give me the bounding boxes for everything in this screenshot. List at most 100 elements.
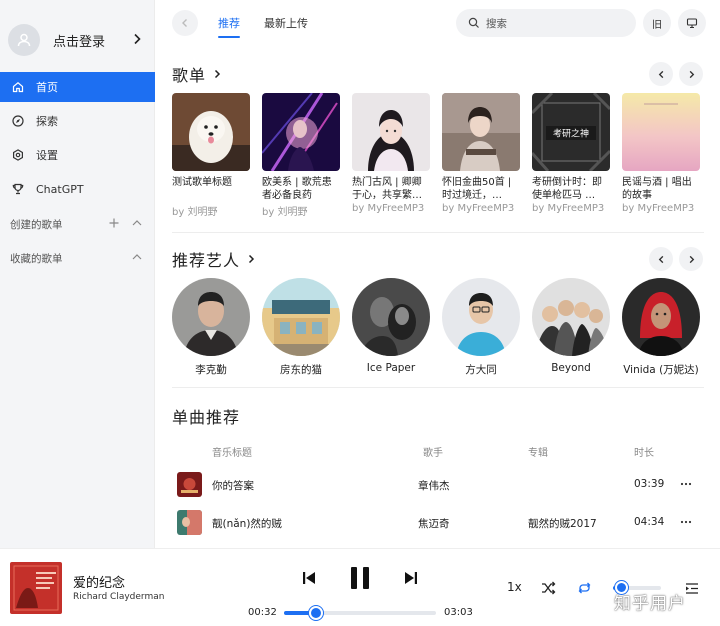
artist-card[interactable]: 房东的猫 bbox=[262, 278, 340, 377]
player-bar: 爱的纪念 Richard Clayderman 00:32 03:03 1x bbox=[0, 548, 720, 626]
repeat-button[interactable] bbox=[576, 580, 592, 596]
playlist-author: by MyFreeMP3 bbox=[442, 203, 515, 214]
song-cover bbox=[177, 472, 202, 497]
tab-latest-upload[interactable]: 最新上传 bbox=[264, 15, 308, 31]
artist-name: Beyond bbox=[551, 362, 591, 374]
now-playing-title[interactable]: 爱的纪念 bbox=[73, 572, 125, 591]
chevron-right-icon bbox=[689, 70, 694, 78]
shuffle-button[interactable] bbox=[540, 580, 556, 596]
chevron-up-icon[interactable] bbox=[131, 217, 143, 229]
playlist-cover bbox=[442, 93, 520, 171]
playback-speed-button[interactable]: 1x bbox=[507, 580, 522, 594]
playlist-author: by MyFreeMP3 bbox=[622, 203, 695, 214]
more-icon[interactable] bbox=[680, 478, 692, 490]
progress-handle[interactable] bbox=[308, 606, 323, 620]
playlist-title: 民谣与酒 | 唱出的故事 bbox=[622, 177, 692, 201]
plus-icon[interactable] bbox=[108, 217, 120, 229]
song-artist[interactable]: 章伟杰 bbox=[418, 478, 450, 493]
pause-button[interactable] bbox=[346, 565, 374, 591]
next-button[interactable] bbox=[400, 569, 422, 587]
section-label: 收藏的歌单 bbox=[10, 252, 63, 265]
sidebar-item-chatgpt[interactable]: ChatGPT bbox=[0, 174, 155, 204]
artist-carousel: 李克勤 房东的猫 Ice Paper 方大同 Beyond Vinida (万妮… bbox=[172, 278, 720, 378]
artists-prev-button[interactable] bbox=[649, 247, 673, 271]
previous-button[interactable] bbox=[298, 569, 320, 587]
playlist-title: 测试歌单标题 bbox=[172, 177, 232, 188]
playlist-cover bbox=[622, 93, 700, 171]
artists-section-title[interactable]: 推荐艺人 bbox=[172, 247, 256, 271]
artist-name: Vinida (万妮达) bbox=[623, 364, 699, 376]
chevron-up-icon[interactable] bbox=[131, 251, 143, 263]
artist-photo bbox=[352, 278, 430, 356]
artist-card[interactable]: 方大同 bbox=[442, 278, 520, 377]
artist-photo bbox=[532, 278, 610, 356]
section-title-text: 歌单 bbox=[172, 66, 207, 85]
display-button[interactable] bbox=[678, 9, 706, 37]
playlist-card[interactable]: 欧美系 | 歌荒患者必备良药 by 刘明野 bbox=[262, 93, 340, 218]
gear-icon bbox=[11, 149, 24, 162]
more-icon[interactable] bbox=[680, 516, 692, 528]
chevron-right-icon bbox=[134, 33, 141, 45]
now-playing-artist[interactable]: Richard Clayderman bbox=[73, 592, 164, 602]
songs-section-title: 单曲推荐 bbox=[172, 404, 240, 428]
playlist-cover: 考研之神 bbox=[532, 93, 610, 171]
search-input[interactable]: 搜索 bbox=[456, 9, 636, 37]
login-button[interactable]: 点击登录 bbox=[8, 24, 148, 56]
tab-recommend[interactable]: 推荐 bbox=[218, 15, 240, 31]
playlists-prev-button[interactable] bbox=[649, 62, 673, 86]
trophy-icon bbox=[11, 183, 24, 196]
sidebar-item-label: 探索 bbox=[36, 115, 58, 128]
playlist-card[interactable]: 热门古风 | 卿卿于心，共享繁… by MyFreeMP3 bbox=[352, 93, 430, 214]
sidebar-item-explore[interactable]: 探索 bbox=[0, 106, 155, 136]
song-album[interactable]: 靓然的贼2017 bbox=[528, 516, 597, 531]
old-version-button[interactable]: 旧 bbox=[643, 9, 671, 37]
app-window: 点击登录 首页 探索 设置 ChatGPT 创建的歌单 收藏的歌单 推荐 最新上… bbox=[0, 0, 720, 626]
repeat-icon bbox=[578, 582, 590, 594]
sidebar-item-settings[interactable]: 设置 bbox=[0, 140, 155, 170]
playlist-title: 欧美系 | 歌荒患者必备良药 bbox=[262, 177, 332, 201]
artists-next-button[interactable] bbox=[679, 247, 703, 271]
skip-previous-icon bbox=[303, 572, 315, 584]
playlist-card[interactable]: 民谣与酒 | 唱出的故事 by MyFreeMP3 bbox=[622, 93, 700, 214]
playlist-author: by 刘明野 bbox=[262, 207, 308, 218]
sidebar: 点击登录 首页 探索 设置 ChatGPT 创建的歌单 收藏的歌单 bbox=[0, 0, 155, 548]
section-created-playlists[interactable]: 创建的歌单 bbox=[0, 212, 155, 236]
back-button[interactable] bbox=[172, 10, 198, 36]
artist-photo bbox=[262, 278, 340, 356]
artist-card[interactable]: Beyond bbox=[532, 278, 610, 374]
artist-photo bbox=[442, 278, 520, 356]
playlist-queue-button[interactable] bbox=[684, 580, 700, 596]
playlist-card[interactable]: 考研之神 考研倒计时：即使单枪匹马 … by MyFreeMP3 bbox=[532, 93, 610, 214]
login-label: 点击登录 bbox=[53, 34, 106, 50]
song-title: 你的答案 bbox=[212, 480, 254, 492]
table-row[interactable]: 你的答案 章伟杰 03:39 bbox=[172, 470, 704, 500]
artist-card[interactable]: 李克勤 bbox=[172, 278, 250, 377]
playlist-author: by MyFreeMP3 bbox=[352, 203, 425, 214]
artist-card[interactable]: Ice Paper bbox=[352, 278, 430, 374]
col-header-title: 音乐标题 bbox=[212, 448, 252, 459]
section-divider bbox=[172, 387, 704, 388]
section-saved-playlists[interactable]: 收藏的歌单 bbox=[0, 246, 155, 270]
playlists-next-button[interactable] bbox=[679, 62, 703, 86]
playlists-section-title[interactable]: 歌单 bbox=[172, 62, 222, 86]
playlist-cover bbox=[262, 93, 340, 171]
progress-bar[interactable] bbox=[284, 606, 436, 620]
playlist-card[interactable]: 测试歌单标题 by 刘明野 bbox=[172, 93, 250, 218]
avatar bbox=[8, 24, 40, 56]
sidebar-item-label: 设置 bbox=[36, 149, 58, 162]
chevron-right-icon bbox=[214, 69, 221, 79]
sidebar-item-label: 首页 bbox=[36, 81, 58, 94]
song-artist[interactable]: 焦迈奇 bbox=[418, 516, 450, 531]
section-divider bbox=[172, 232, 704, 233]
song-duration: 03:39 bbox=[634, 478, 665, 490]
playlist-title: 热门古风 | 卿卿于心，共享繁… bbox=[352, 177, 422, 201]
sidebar-item-label: ChatGPT bbox=[36, 182, 84, 196]
now-playing-cover[interactable] bbox=[10, 562, 62, 614]
col-header-artist: 歌手 bbox=[423, 448, 443, 459]
artist-card[interactable]: Vinida (万妮达) bbox=[622, 278, 700, 377]
compass-icon bbox=[11, 115, 24, 128]
playlist-card[interactable]: 怀旧金曲50首 | 时过境迁，… by MyFreeMP3 bbox=[442, 93, 520, 214]
artist-name: 房东的猫 bbox=[280, 364, 322, 376]
sidebar-item-home[interactable]: 首页 bbox=[0, 72, 155, 102]
table-row[interactable]: 靓(nǎn)然的贼 焦迈奇 靓然的贼2017 04:34 bbox=[172, 508, 704, 538]
